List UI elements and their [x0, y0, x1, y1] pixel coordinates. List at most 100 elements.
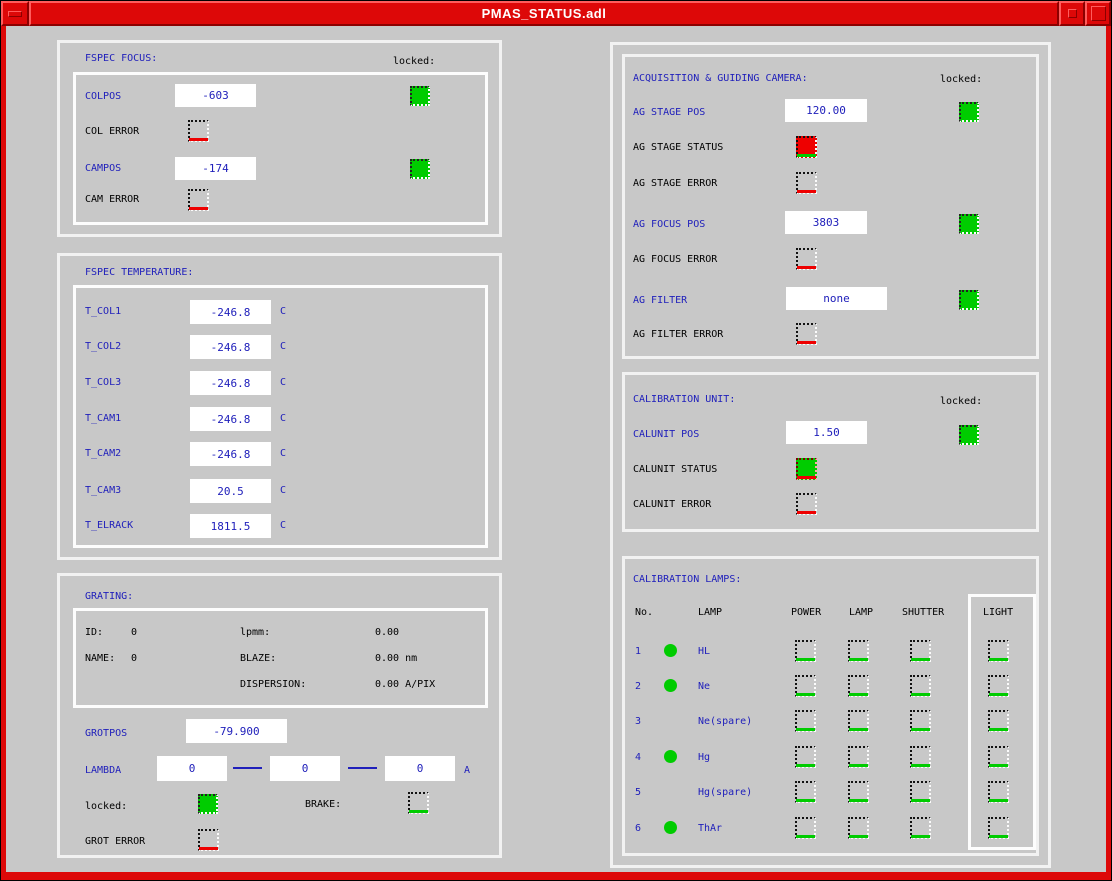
lamps-title: CALIBRATION LAMPS:: [633, 574, 741, 585]
grating-title: GRATING:: [85, 591, 133, 602]
ag-focus-error-label: AG FOCUS ERROR: [633, 254, 717, 265]
ag-stage-pos-field: 120.00: [785, 99, 867, 122]
ag-filter-field: none: [786, 287, 887, 310]
grating-dispersion-label: DISPERSION:: [240, 679, 306, 690]
ag-stage-error-indicator: [796, 172, 817, 194]
temp-row-value: -246.8: [190, 300, 271, 324]
ag-stage-pos-locked-indicator: [959, 102, 979, 122]
ag-filter-label: AG FILTER: [633, 295, 687, 306]
lamp-power-indicator: [795, 675, 816, 697]
minimize-icon: [1068, 9, 1077, 18]
calunit-error-indicator: [796, 493, 817, 515]
window-title: PMAS_STATUS.adl: [482, 6, 607, 21]
colpos-label: COLPOS: [85, 91, 121, 102]
lamp-light-indicator: [988, 746, 1009, 768]
ag-focus-pos-locked-indicator: [959, 214, 979, 234]
grating-blaze-value: 0.00 nm: [375, 653, 417, 664]
lamp-lamp-indicator: [848, 675, 869, 697]
lamp-shutter-indicator: [910, 781, 931, 803]
grating-lpmm-label: lpmm:: [240, 627, 270, 638]
lamp-power-indicator: [795, 746, 816, 768]
temp-row-unit: C: [280, 341, 286, 352]
ag-filter-error-indicator: [796, 323, 817, 345]
lamp-light-indicator: [988, 640, 1009, 662]
lambda-value-field-3: 0: [385, 756, 455, 781]
lamp-row-number: 5: [635, 787, 641, 798]
temp-row-value: 1811.5: [190, 514, 271, 538]
temp-row-label: T_COL2: [85, 341, 121, 352]
grating-name-value: 0: [131, 653, 137, 664]
temp-row-unit: C: [280, 520, 286, 531]
calibration-unit-panel: CALIBRATION UNIT: locked: CALUNIT POS 1.…: [622, 372, 1039, 532]
ag-locked-label: locked:: [940, 74, 982, 85]
maximize-icon: [1091, 6, 1106, 21]
lamp-on-indicator: [664, 821, 677, 834]
temp-row-unit: C: [280, 413, 286, 424]
ag-stage-error-label: AG STAGE ERROR: [633, 178, 717, 189]
cam-error-indicator: [188, 189, 209, 211]
ag-filter-error-label: AG FILTER ERROR: [633, 329, 723, 340]
lamp-row-name: Hg: [698, 752, 710, 763]
lamp-lamp-indicator: [848, 781, 869, 803]
lamp-row-name: Ne(spare): [698, 716, 752, 727]
ag-stage-status-indicator: [796, 136, 817, 158]
temp-row-unit: C: [280, 306, 286, 317]
window-menu-button[interactable]: [1, 1, 29, 26]
calunit-locked-label: locked:: [940, 396, 982, 407]
lambda-unit: A: [464, 765, 470, 776]
lamp-light-indicator: [988, 817, 1009, 839]
ag-stage-pos-label: AG STAGE POS: [633, 107, 705, 118]
lamp-row-name: Ne: [698, 681, 710, 692]
grating-dispersion-value: 0.00 A/PIX: [375, 679, 435, 690]
lamp-row-number: 3: [635, 716, 641, 727]
cam-error-label: CAM ERROR: [85, 194, 139, 205]
temp-row-label: T_CAM3: [85, 485, 121, 496]
lamp-row-name: ThAr: [698, 823, 722, 834]
fspec-temperature-panel: FSPEC TEMPERATURE: T_COL1 -246.8 C T_COL…: [57, 253, 502, 560]
lambda-label: LAMBDA: [85, 765, 121, 776]
temp-row-value: -246.8: [190, 442, 271, 466]
lamp-row-number: 2: [635, 681, 641, 692]
window-menu-icon: [8, 11, 22, 17]
calunit-status-label: CALUNIT STATUS: [633, 464, 717, 475]
grot-error-indicator: [198, 829, 219, 851]
lamp-light-indicator: [988, 710, 1009, 732]
titlebar-drag-area[interactable]: PMAS_STATUS.adl: [29, 1, 1059, 26]
lamps-header-lamp2: LAMP: [849, 607, 873, 618]
temp-row-value: -246.8: [190, 371, 271, 395]
ag-camera-title: ACQUISITION & GUIDING CAMERA:: [633, 73, 808, 84]
calunit-pos-field: 1.50: [786, 421, 867, 444]
temp-row-value: 20.5: [190, 479, 271, 503]
lamps-header-shutter: SHUTTER: [902, 607, 944, 618]
calunit-pos-label: CALUNIT POS: [633, 429, 699, 440]
ag-focus-pos-field: 3803: [785, 211, 867, 234]
ag-focus-pos-label: AG FOCUS POS: [633, 219, 705, 230]
lambda-value-field-2: 0: [270, 756, 340, 781]
colpos-locked-indicator: [410, 86, 430, 106]
lambda-dash: [348, 767, 377, 769]
grotpos-value-field: -79.900: [186, 719, 287, 743]
calunit-title: CALIBRATION UNIT:: [633, 394, 735, 405]
calunit-pos-locked-indicator: [959, 425, 979, 445]
lamp-on-indicator: [664, 750, 677, 763]
lamp-row-number: 6: [635, 823, 641, 834]
window-titlebar[interactable]: PMAS_STATUS.adl: [1, 1, 1111, 26]
lamp-light-indicator: [988, 675, 1009, 697]
grating-lpmm-value: 0.00: [375, 627, 399, 638]
lamp-power-indicator: [795, 817, 816, 839]
campos-label: CAMPOS: [85, 163, 121, 174]
lamp-shutter-indicator: [910, 675, 931, 697]
lambda-value-field-1: 0: [157, 756, 227, 781]
window-minimize-button[interactable]: [1059, 1, 1085, 26]
calibration-lamps-panel: CALIBRATION LAMPS: No. LAMP POWER LAMP S…: [622, 556, 1039, 856]
temp-row-value: -246.8: [190, 407, 271, 431]
window-maximize-button[interactable]: [1085, 1, 1111, 26]
fspec-focus-panel: FSPEC FOCUS: locked: COLPOS -603 COL ERR…: [57, 40, 502, 237]
lamp-power-indicator: [795, 781, 816, 803]
lamp-light-indicator: [988, 781, 1009, 803]
lamp-shutter-indicator: [910, 640, 931, 662]
lamp-shutter-indicator: [910, 710, 931, 732]
lamp-lamp-indicator: [848, 746, 869, 768]
temp-row-unit: C: [280, 448, 286, 459]
fspec-focus-locked-label: locked:: [393, 56, 435, 67]
